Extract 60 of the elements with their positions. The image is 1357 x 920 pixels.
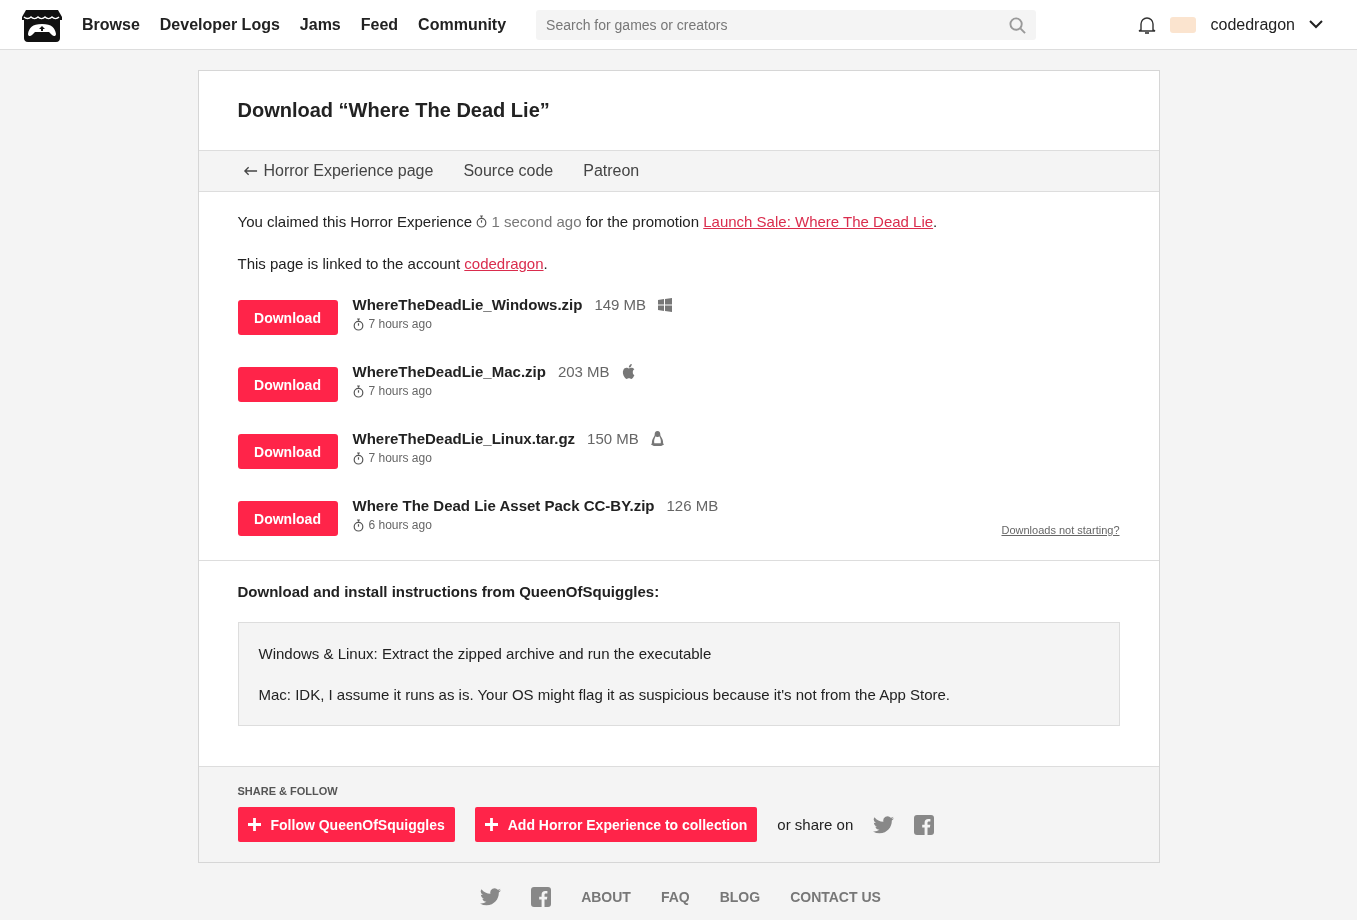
help-link[interactable]: Downloads not starting? [1001,524,1120,536]
plus-icon [247,818,261,831]
windows-logo-icon [658,297,673,312]
page-link[interactable]: Horror Experience page [242,162,434,180]
upload-time: 7 hours ago [368,384,432,398]
footer-link[interactable]: BLOG [719,889,761,905]
nav-link[interactable]: Community [418,15,507,34]
account-link[interactable]: codedragon [464,255,544,272]
facebook-icon[interactable] [914,814,935,835]
facebook-icon[interactable] [531,887,552,907]
instructions-text: Mac: IDK, I assume it runs as is. Your OS might flag it as suspicious because it's not from the App Store. [258,686,952,703]
stopwatch-icon [352,451,364,465]
nav-link[interactable]: Developer Logs [159,15,280,34]
chevron-down-icon[interactable] [1309,20,1323,29]
download-button[interactable]: Download [237,300,338,335]
plus-button[interactable]: Add Horror Experience to collection [474,807,758,842]
nav-link[interactable]: Jams [299,15,341,34]
download-button[interactable]: Download [237,434,338,469]
stopwatch-icon [352,518,364,532]
file-name: WhereTheDeadLie_Windows.zip [352,296,583,313]
left-arrow-icon [242,166,258,176]
promotion-link[interactable]: Launch Sale: Where The Dead Lie [703,213,934,230]
account-text: This page is linked to the account codedragon. [237,254,549,274]
search-icon[interactable] [1009,16,1027,34]
page-link[interactable]: Patreon [583,162,640,180]
upload-time: 6 hours ago [368,518,432,532]
file-size: 203 MB [557,363,610,380]
claim-text: You claimed this Horror Experience 1 second ago for the promotion Launch Sale: Where The Dead Lie. [237,212,939,232]
plus-button[interactable]: Follow QueenOfSquiggles [237,807,455,842]
upload-time: 7 hours ago [368,451,432,465]
footer-link[interactable]: FAQ [660,889,690,905]
instructions-text: Windows & Linux: Extract the zipped archive and run the executable [258,645,713,662]
stopwatch-icon [476,215,488,228]
search-field[interactable]: Search for games or creators [536,9,1037,40]
stopwatch-icon [352,317,364,331]
upload-time: 7 hours ago [368,317,432,331]
share-text: or share on [777,816,854,833]
nav-link[interactable]: Feed [360,15,399,34]
page-link[interactable]: Source code [463,162,554,180]
footer-link[interactable]: ABOUT [581,889,631,905]
file-name: WhereTheDeadLie_Mac.zip [352,363,546,380]
section-heading: SHARE & FOLLOW [237,785,339,797]
footer-link[interactable]: CONTACT US [790,889,881,905]
twitter-bird-icon[interactable] [873,815,895,834]
username[interactable]: codedragon [1210,15,1295,34]
nav-link[interactable]: Browse [82,15,140,34]
file-name: WhereTheDeadLie_Linux.tar.gz [352,430,576,447]
file-size: 126 MB [666,497,719,514]
stopwatch-icon [352,384,364,398]
bell-icon[interactable] [1138,14,1157,35]
penguin-icon [650,431,664,446]
download-button[interactable]: Download [237,501,338,536]
apple-logo-icon [621,364,635,379]
instructions-heading: Download and install instructions from QueenOfSquiggles: [237,583,661,600]
file-size: 149 MB [594,296,647,313]
plus-icon [484,818,498,831]
file-size: 150 MB [587,430,639,447]
download-button[interactable]: Download [237,367,338,402]
file-name: Where The Dead Lie Asset Pack CC-BY.zip [352,497,655,514]
twitter-bird-icon[interactable] [480,888,502,906]
